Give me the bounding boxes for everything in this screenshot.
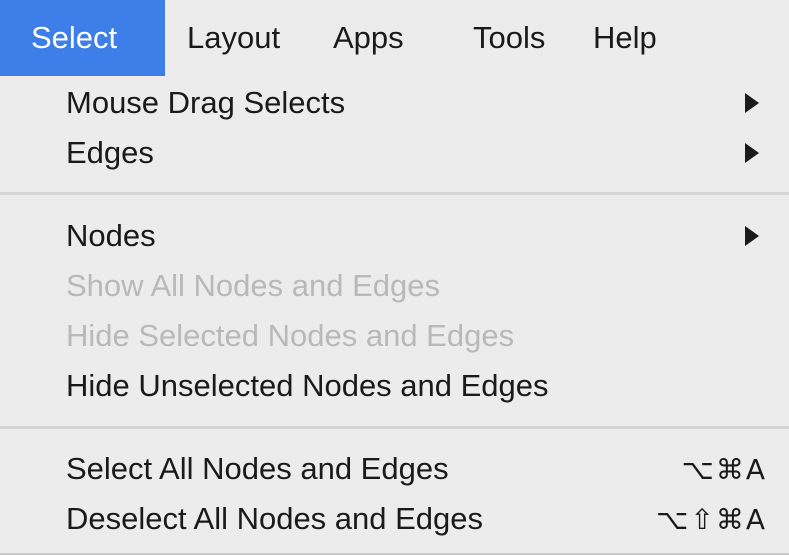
- menu-item-label: Show All Nodes and Edges: [66, 268, 440, 303]
- menu-item-label: Edges: [66, 135, 154, 170]
- submenu-arrow-icon: [745, 226, 759, 246]
- menu-item-select-all-nodes-and-edges[interactable]: Select All Nodes and Edges ⌥⌘A: [66, 444, 767, 494]
- menu-help[interactable]: Help: [583, 0, 679, 76]
- menu-item-label: Mouse Drag Selects: [66, 85, 346, 120]
- select-dropdown-menu: Mouse Drag Selects Edges Nodes Show All …: [0, 76, 789, 555]
- menu-item-edges[interactable]: Edges: [66, 128, 767, 178]
- menu-item-show-all-nodes-and-edges: Show All Nodes and Edges: [66, 261, 767, 311]
- menu-apps[interactable]: Apps: [323, 0, 463, 76]
- keyboard-shortcut: ⌥⇧⌘A: [656, 502, 767, 536]
- submenu-arrow-icon: [745, 93, 759, 113]
- menu-separator: [0, 192, 789, 195]
- menu-item-label: Hide Selected Nodes and Edges: [66, 318, 515, 353]
- menu-item-hide-unselected-nodes-and-edges[interactable]: Hide Unselected Nodes and Edges: [66, 361, 767, 411]
- menu-item-hide-selected-nodes-and-edges: Hide Selected Nodes and Edges: [66, 311, 767, 361]
- menu-item-mouse-drag-selects[interactable]: Mouse Drag Selects: [66, 78, 767, 128]
- keyboard-shortcut: ⌥⌘A: [681, 452, 767, 486]
- menu-item-label: Deselect All Nodes and Edges: [66, 501, 484, 536]
- menu-item-label: Select All Nodes and Edges: [66, 451, 449, 486]
- menu-item-nodes[interactable]: Nodes: [66, 211, 767, 261]
- menu-layout[interactable]: Layout: [165, 0, 323, 76]
- menu-select[interactable]: Select: [0, 0, 165, 76]
- menu-bar: Select Layout Apps Tools Help: [0, 0, 789, 76]
- menu-item-deselect-all-nodes-and-edges[interactable]: Deselect All Nodes and Edges ⌥⇧⌘A: [66, 494, 767, 544]
- menu-item-label: Hide Unselected Nodes and Edges: [66, 368, 549, 403]
- menu-item-label: Nodes: [66, 218, 156, 253]
- menu-tools[interactable]: Tools: [463, 0, 583, 76]
- menu-separator: [0, 426, 789, 429]
- submenu-arrow-icon: [745, 143, 759, 163]
